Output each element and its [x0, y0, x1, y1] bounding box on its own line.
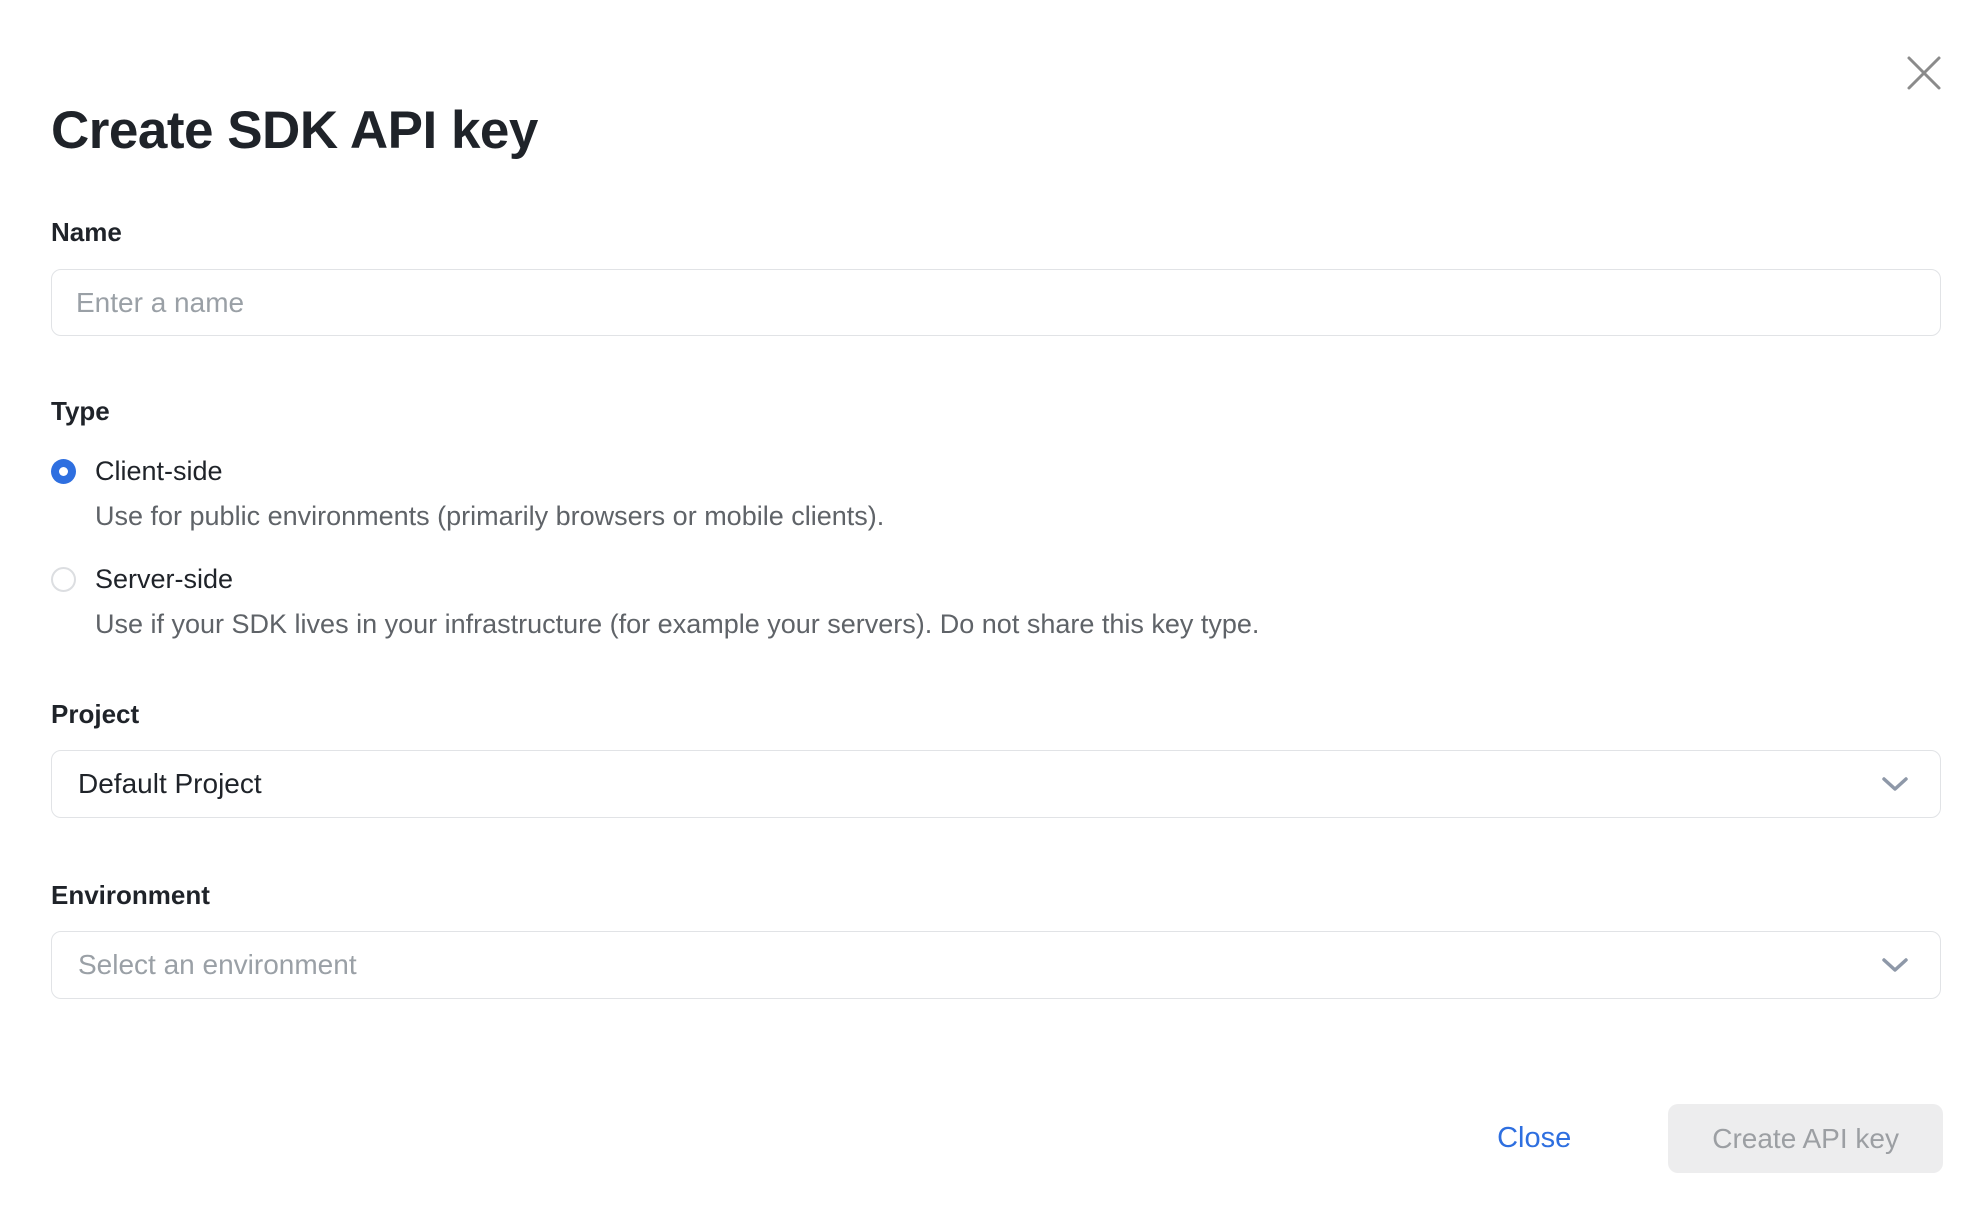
- server-side-radio-label: Server-side: [95, 564, 233, 595]
- type-option-server-side: Server-side Use if your SDK lives in you…: [51, 564, 1941, 640]
- create-api-key-button[interactable]: Create API key: [1668, 1104, 1943, 1173]
- environment-select-placeholder: Select an environment: [78, 949, 357, 981]
- radio-unselected-icon[interactable]: [51, 567, 76, 592]
- dialog-footer: Close Create API key: [1497, 1104, 1943, 1173]
- close-button[interactable]: [1901, 50, 1947, 96]
- name-input[interactable]: [51, 269, 1941, 336]
- chevron-down-icon: [1880, 955, 1910, 975]
- dialog-title: Create SDK API key: [51, 0, 1941, 160]
- environment-select[interactable]: Select an environment: [51, 931, 1941, 999]
- name-label: Name: [51, 217, 1941, 248]
- type-label: Type: [51, 396, 1941, 427]
- project-label: Project: [51, 699, 1941, 730]
- project-select-value: Default Project: [78, 768, 262, 800]
- radio-selected-icon[interactable]: [51, 459, 76, 484]
- client-side-radio-label: Client-side: [95, 456, 223, 487]
- type-option-client-side: Client-side Use for public environments …: [51, 456, 1941, 532]
- server-side-description: Use if your SDK lives in your infrastruc…: [95, 608, 1941, 640]
- create-sdk-api-key-dialog: Create SDK API key Name Type Client-side…: [0, 0, 1980, 1210]
- chevron-down-icon: [1880, 774, 1910, 794]
- client-side-radio-row[interactable]: Client-side: [51, 456, 1941, 487]
- client-side-description: Use for public environments (primarily b…: [95, 500, 1941, 532]
- environment-label: Environment: [51, 880, 1941, 911]
- close-icon: [1904, 53, 1944, 93]
- server-side-radio-row[interactable]: Server-side: [51, 564, 1941, 595]
- close-link-button[interactable]: Close: [1497, 1122, 1571, 1155]
- project-select[interactable]: Default Project: [51, 750, 1941, 818]
